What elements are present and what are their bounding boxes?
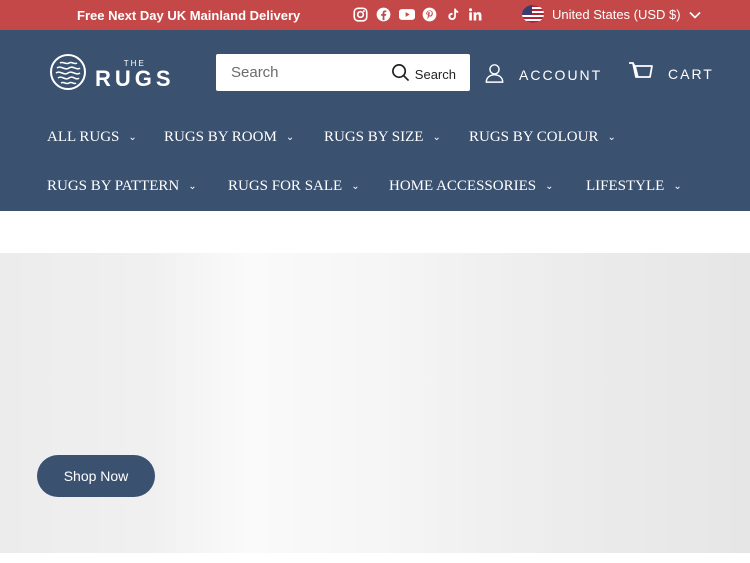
nav-item-lifestyle[interactable]: LIFESTYLE ⌄ — [586, 178, 682, 195]
nav-label: ALL RUGS — [47, 129, 120, 145]
currency-selector[interactable]: United States (USD $) — [522, 5, 701, 23]
nav-label: RUGS BY PATTERN — [47, 178, 180, 194]
cart-link[interactable]: CART — [628, 61, 714, 86]
site-header: THE RUGS Search ACCOUNT CART ALL RUGS ⌄ R… — [0, 30, 750, 211]
nav-item-all-rugs[interactable]: ALL RUGS ⌄ — [47, 129, 164, 146]
nav-label: RUGS BY ROOM — [164, 129, 277, 145]
search-input[interactable] — [231, 64, 391, 81]
nav-item-rugs-for-sale[interactable]: RUGS FOR SALE ⌄ — [228, 178, 389, 195]
chevron-down-icon: ⌄ — [285, 132, 295, 143]
nav-label: RUGS BY COLOUR — [469, 129, 599, 145]
logo-main-text: RUGS — [95, 66, 175, 91]
account-link[interactable]: ACCOUNT — [484, 63, 602, 86]
chevron-down-icon: ⌄ — [351, 181, 360, 192]
main-nav-row-1: ALL RUGS ⌄ RUGS BY ROOM ⌄ RUGS BY SIZE ⌄ RU… — [47, 129, 616, 146]
account-label: ACCOUNT — [519, 66, 603, 83]
tiktok-icon[interactable] — [444, 6, 461, 23]
currency-label: United States (USD $) — [552, 6, 681, 22]
nav-item-rugs-by-colour[interactable]: RUGS BY COLOUR ⌄ — [469, 129, 616, 146]
nav-item-rugs-by-pattern[interactable]: RUGS BY PATTERN ⌄ — [47, 178, 228, 195]
search-icon — [391, 63, 410, 85]
nav-item-rugs-by-size[interactable]: RUGS BY SIZE ⌄ — [324, 129, 469, 146]
logo-mark-icon — [50, 54, 86, 95]
main-nav-row-2: RUGS BY PATTERN ⌄ RUGS FOR SALE ⌄ HOME ACC… — [47, 178, 682, 195]
cart-label: CART — [668, 65, 714, 82]
announcement-bar: Free Next Day UK Mainland Delivery Unite… — [0, 0, 750, 30]
nav-label: HOME ACCESSORIES — [389, 178, 537, 194]
logo[interactable]: THE RUGS — [50, 54, 175, 95]
nav-label: RUGS BY SIZE — [324, 129, 424, 145]
nav-label: LIFESTYLE — [586, 178, 665, 194]
social-links — [352, 6, 484, 23]
us-flag-icon — [522, 5, 544, 23]
chevron-down-icon: ⌄ — [432, 132, 441, 143]
chevron-down-icon — [689, 7, 701, 22]
instagram-icon[interactable] — [352, 6, 369, 23]
nav-item-home-accessories[interactable]: HOME ACCESSORIES ⌄ — [389, 178, 586, 195]
search-button[interactable]: Search — [391, 63, 456, 85]
search-button-label: Search — [414, 66, 456, 82]
hero-banner: Shop Now — [0, 253, 750, 553]
promo-text: Free Next Day UK Mainland Delivery — [77, 8, 301, 23]
chevron-down-icon: ⌄ — [673, 181, 682, 192]
nav-item-rugs-by-room[interactable]: RUGS BY ROOM ⌄ — [164, 129, 324, 146]
user-icon — [484, 63, 505, 86]
chevron-down-icon: ⌄ — [128, 132, 137, 143]
shop-now-button[interactable]: Shop Now — [37, 455, 155, 497]
cart-icon — [628, 61, 654, 86]
pinterest-icon[interactable] — [421, 6, 438, 23]
search-bar: Search — [216, 54, 470, 91]
chevron-down-icon: ⌄ — [607, 132, 616, 143]
linkedin-icon[interactable] — [467, 6, 484, 23]
youtube-icon[interactable] — [398, 6, 415, 23]
facebook-icon[interactable] — [375, 6, 392, 23]
nav-label: RUGS FOR SALE — [228, 178, 343, 194]
chevron-down-icon: ⌄ — [545, 181, 554, 192]
chevron-down-icon: ⌄ — [188, 181, 197, 192]
